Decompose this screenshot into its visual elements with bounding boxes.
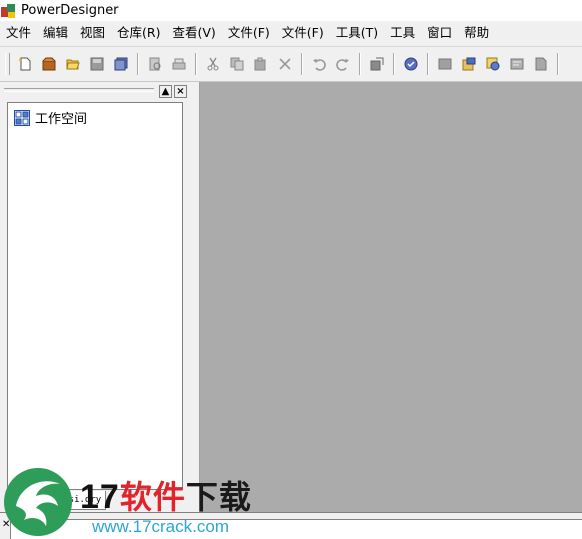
redo-button[interactable]	[332, 53, 354, 75]
generate-button[interactable]	[434, 53, 456, 75]
menu-repository[interactable]: 仓库(R)	[111, 21, 166, 45]
properties-button[interactable]	[366, 53, 388, 75]
panel-title-bar[interactable]: ▲ ×	[4, 85, 189, 98]
toolbar-separator	[137, 53, 139, 75]
menu-edit[interactable]: 编辑	[37, 21, 74, 45]
window-title: PowerDesigner	[21, 3, 119, 18]
toolbar-separator	[427, 53, 429, 75]
properties-icon	[370, 57, 384, 71]
menu-file-f-2[interactable]: 文件(F)	[276, 21, 330, 45]
menu-bar: 文件 编辑 视图 仓库(R) 查看(V) 文件(F) 文件(F) 工具(T) 工…	[0, 21, 582, 45]
new-button[interactable]	[14, 53, 36, 75]
report-button[interactable]	[506, 53, 528, 75]
powerdesigner-window: PowerDesigner 文件 编辑 视图 仓库(R) 查看(V) 文件(F)…	[0, 0, 582, 539]
redo-icon	[336, 59, 349, 71]
package-icon	[42, 57, 56, 71]
diagram-area[interactable]	[200, 82, 582, 512]
check-model-icon	[404, 57, 418, 71]
menu-look[interactable]: 查看(V)	[167, 21, 222, 45]
print-button[interactable]	[168, 53, 190, 75]
toolbar-grip[interactable]	[5, 53, 10, 75]
toolbar-separator	[301, 53, 303, 75]
toolbar-separator	[393, 53, 395, 75]
reverse-engineer-button[interactable]	[458, 53, 480, 75]
panel-minimize-button[interactable]: ▲	[159, 85, 172, 98]
menu-window[interactable]: 窗口	[421, 21, 458, 45]
tree-item-workspace[interactable]: 工作空间	[14, 108, 87, 127]
panel-close-button[interactable]: ×	[174, 85, 187, 98]
report-icon	[510, 58, 524, 70]
menu-help[interactable]: 帮助	[458, 21, 495, 45]
workspace-panel: ▲ × 工作空间 Reposi.ory	[0, 82, 200, 512]
close-icon: ×	[176, 86, 185, 97]
copy-button[interactable]	[226, 53, 248, 75]
paste-icon	[254, 57, 266, 71]
print-icon	[172, 58, 186, 70]
generate-icon	[438, 58, 452, 70]
impact-analysis-icon	[486, 57, 500, 71]
save-all-icon	[114, 57, 128, 71]
delete-icon	[279, 58, 291, 70]
watermark-text-red: 软件	[119, 478, 186, 516]
tree-label-workspace: 工作空间	[35, 112, 88, 127]
package-button[interactable]	[38, 53, 60, 75]
merge-icon	[535, 57, 547, 71]
workspace-icon	[14, 109, 30, 126]
watermark-text-dark: 下载	[185, 478, 252, 516]
watermark-number: 17	[80, 478, 120, 516]
undo-icon	[313, 59, 326, 71]
impact-analysis-button[interactable]	[482, 53, 504, 75]
undo-button[interactable]	[308, 53, 330, 75]
save-icon	[90, 57, 104, 71]
app-logo-icon	[1, 3, 17, 19]
save-all-button[interactable]	[110, 53, 132, 75]
paste-button[interactable]	[250, 53, 272, 75]
menu-file-f-1[interactable]: 文件(F)	[222, 21, 276, 45]
workspace-tree[interactable]: 工作空间	[7, 102, 183, 490]
watermark-title: 17软件下载	[80, 472, 252, 518]
cut-icon	[207, 57, 219, 71]
toolbar-separator	[557, 53, 559, 75]
new-icon	[18, 57, 31, 71]
menu-tools-t[interactable]: 工具(T)	[330, 21, 384, 45]
copy-icon	[230, 57, 244, 71]
cut-button[interactable]	[202, 53, 224, 75]
main-toolbar	[0, 46, 582, 82]
open-folder-icon	[66, 59, 80, 70]
menu-file[interactable]: 文件	[0, 21, 37, 45]
save-button[interactable]	[86, 53, 108, 75]
delete-button[interactable]	[274, 53, 296, 75]
watermark-url: www.17crack.com	[92, 517, 229, 536]
print-preview-button[interactable]	[144, 53, 166, 75]
check-model-button[interactable]	[400, 53, 422, 75]
toolbar-separator	[195, 53, 197, 75]
menu-tools[interactable]: 工具	[384, 21, 421, 45]
watermark-dragon-logo	[4, 468, 72, 536]
open-button[interactable]	[62, 53, 84, 75]
menu-view[interactable]: 视图	[74, 21, 111, 45]
title-bar: PowerDesigner	[0, 0, 582, 21]
reverse-engineer-icon	[462, 57, 476, 71]
merge-button[interactable]	[530, 53, 552, 75]
minimize-icon: ▲	[161, 86, 170, 97]
print-preview-icon	[149, 57, 161, 71]
toolbar-separator	[359, 53, 361, 75]
